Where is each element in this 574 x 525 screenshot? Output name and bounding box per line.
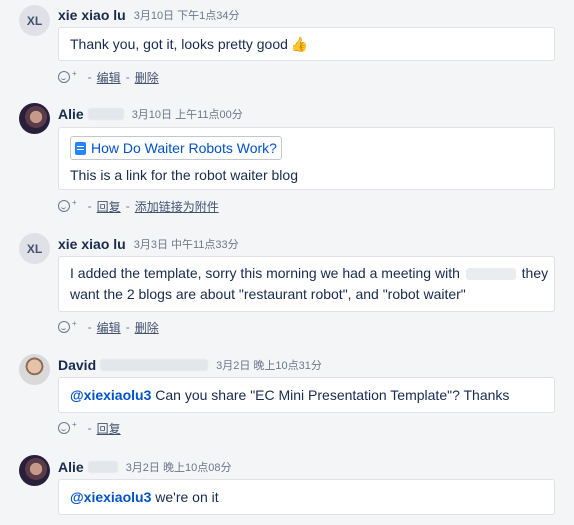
user-mention[interactable]: @xiexiaolu3: [70, 489, 151, 505]
separator: -: [125, 199, 130, 213]
delete-link[interactable]: 删除: [135, 319, 159, 336]
delete-link[interactable]: 删除: [135, 69, 159, 86]
avatar[interactable]: [19, 455, 50, 486]
timestamp[interactable]: 3月10日 下午1点34分: [134, 7, 240, 23]
add-reaction-icon[interactable]: [58, 71, 70, 83]
timestamp[interactable]: 3月10日 上午11点00分: [132, 106, 243, 122]
separator: -: [87, 320, 92, 334]
comment-body: I added the template, sorry this morning…: [58, 256, 555, 312]
avatar[interactable]: XL: [19, 233, 50, 264]
comment-body: @xiexiaolu3 Can you share "EC Mini Prese…: [58, 377, 555, 413]
edit-link[interactable]: 编辑: [97, 319, 121, 336]
redacted-surname: [87, 461, 118, 473]
page-icon: [75, 141, 86, 155]
comment-text: Thank you, got it, looks pretty good: [70, 36, 288, 52]
separator: -: [87, 199, 92, 213]
avatar[interactable]: [19, 354, 50, 385]
reply-link[interactable]: 回复: [97, 420, 121, 437]
comment-body: Thank you, got it, looks pretty good 👍: [58, 27, 555, 61]
plus-icon: +: [72, 419, 77, 429]
text-fragment: they: [521, 265, 549, 281]
reply-link[interactable]: 回复: [97, 198, 121, 215]
comment-body: How Do Waiter Robots Work? This is a lin…: [58, 127, 555, 190]
separator: -: [125, 70, 130, 84]
comment-text: Can you share "EC Mini Presentation Temp…: [155, 387, 510, 403]
separator: -: [87, 70, 92, 84]
redacted-name: [465, 268, 516, 281]
thumbs-up-icon: 👍: [290, 36, 309, 52]
separator: -: [87, 421, 92, 435]
add-reaction-icon[interactable]: [58, 422, 70, 434]
link-title[interactable]: How Do Waiter Robots Work?: [91, 140, 277, 156]
author-name[interactable]: xie xiao lu: [58, 7, 126, 23]
author-name[interactable]: xie xiao lu: [58, 236, 126, 252]
redacted-surname: [87, 108, 124, 120]
redacted-surname: [100, 359, 209, 371]
text-fragment: I added the template, sorry this morning…: [70, 265, 460, 281]
add-reaction-icon[interactable]: [58, 200, 70, 212]
comment-text: we're on it: [155, 489, 219, 505]
plus-icon: +: [72, 68, 77, 78]
user-mention[interactable]: @xiexiaolu3: [70, 387, 151, 403]
author-name[interactable]: Alie: [58, 459, 84, 475]
comment-text-line: I added the template, sorry this morning…: [70, 263, 548, 284]
timestamp[interactable]: 3月2日 晚上10点08分: [126, 459, 232, 475]
author-name[interactable]: Alie: [58, 106, 84, 122]
timestamp[interactable]: 3月3日 中午11点33分: [134, 236, 239, 252]
plus-icon: +: [72, 318, 77, 328]
link-card[interactable]: How Do Waiter Robots Work?: [70, 136, 282, 160]
avatar[interactable]: XL: [19, 5, 50, 36]
comment-text: This is a link for the robot waiter blog: [70, 167, 298, 183]
author-name[interactable]: David: [58, 357, 96, 373]
separator: -: [125, 320, 130, 334]
comment-body: @xiexiaolu3 we're on it: [58, 479, 555, 515]
avatar[interactable]: [19, 103, 50, 134]
edit-link[interactable]: 编辑: [97, 69, 121, 86]
comment-text-line: want the 2 blogs are about "restaurant r…: [70, 286, 466, 302]
add-reaction-icon[interactable]: [58, 321, 70, 333]
add-link-as-attachment-link[interactable]: 添加链接为附件: [135, 198, 219, 215]
plus-icon: +: [72, 197, 77, 207]
timestamp[interactable]: 3月2日 晚上10点31分: [216, 357, 322, 373]
